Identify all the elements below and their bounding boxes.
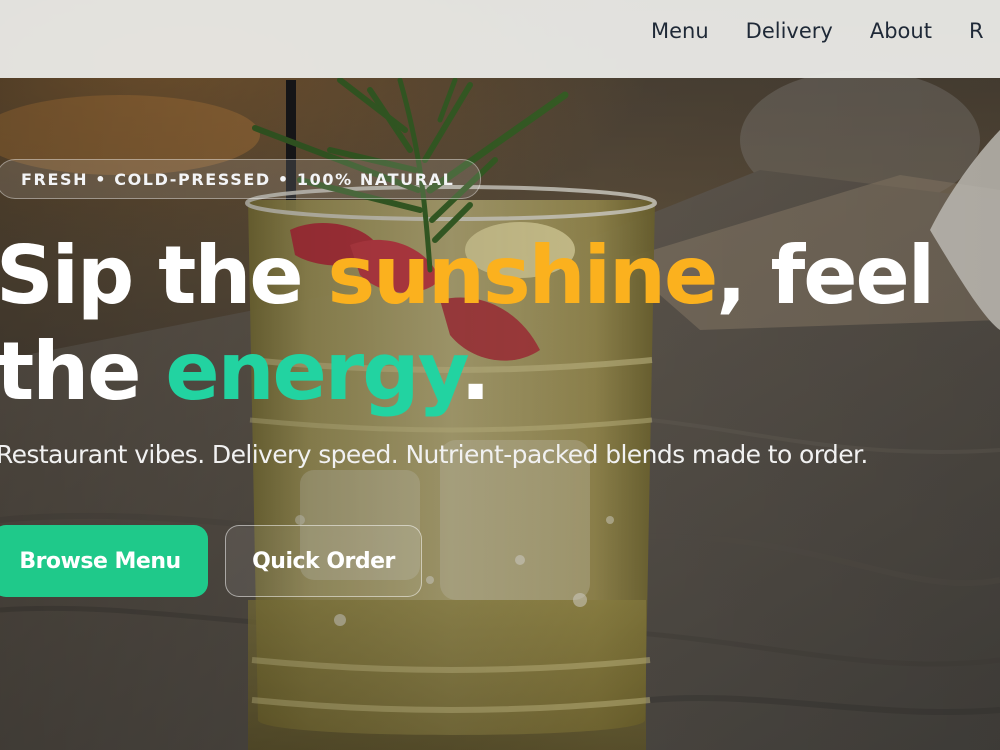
hero-subheadline: Restaurant vibes. Delivery speed. Nutrie… bbox=[0, 440, 868, 469]
landing-page: Menu Delivery About R FRESH • COLD-PRESS… bbox=[0, 0, 1000, 750]
top-navbar: Menu Delivery About R bbox=[0, 0, 1000, 78]
hero-headline: Sip the sunshine, feel the energy. bbox=[0, 228, 935, 420]
nav-link-menu[interactable]: Menu bbox=[651, 19, 709, 43]
hero-section: FRESH • COLD-PRESSED • 100% NATURAL Sip … bbox=[0, 0, 1000, 750]
headline-highlight-energy: energy bbox=[165, 325, 462, 418]
tagline-badge: FRESH • COLD-PRESSED • 100% NATURAL bbox=[0, 159, 482, 199]
nav-links: Menu Delivery About R bbox=[651, 0, 1000, 62]
headline-part-3: the bbox=[0, 325, 166, 418]
nav-link-about[interactable]: About bbox=[870, 19, 932, 43]
browse-menu-button[interactable]: Browse Menu bbox=[0, 525, 208, 597]
nav-link-truncated[interactable]: R bbox=[969, 19, 984, 43]
headline-part-2: , feel bbox=[716, 229, 935, 322]
headline-part-4: . bbox=[460, 325, 490, 418]
nav-link-delivery[interactable]: Delivery bbox=[746, 19, 833, 43]
quick-order-button[interactable]: Quick Order bbox=[225, 525, 422, 597]
tagline-text: FRESH • COLD-PRESSED • 100% NATURAL bbox=[21, 169, 455, 189]
headline-part-1: Sip the bbox=[0, 229, 328, 322]
headline-highlight-sunshine: sunshine bbox=[327, 229, 718, 322]
